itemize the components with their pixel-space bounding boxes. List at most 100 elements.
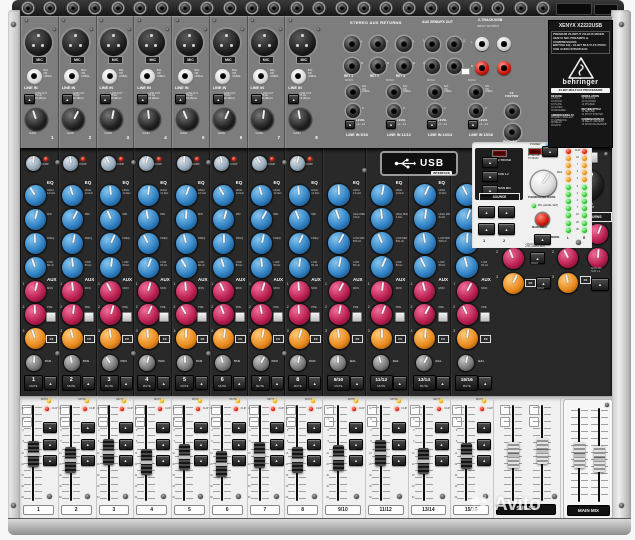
aux3-fx-knob[interactable] (414, 328, 435, 349)
pre-button[interactable] (84, 312, 94, 322)
comp-knob[interactable] (214, 156, 229, 171)
aux1-knob[interactable] (414, 281, 435, 302)
comp-knob[interactable] (290, 156, 305, 171)
aux1-knob[interactable] (457, 281, 478, 302)
pre-button[interactable] (310, 312, 320, 322)
aux2-knob[interactable] (25, 304, 46, 325)
aux3-fx-knob[interactable] (289, 328, 310, 349)
eq-knob[interactable] (328, 256, 350, 278)
source-button[interactable]: ▲ (482, 157, 498, 168)
channel-mute-button[interactable]: 7MUTE (251, 375, 270, 391)
aux2-knob[interactable] (213, 304, 234, 325)
pre-button[interactable] (159, 312, 169, 322)
pre-button[interactable] (480, 312, 490, 322)
channel-assign-button[interactable]: ▲ (350, 376, 364, 390)
gain-knob[interactable] (177, 109, 198, 130)
main-fader-cap[interactable] (574, 442, 585, 468)
sub-fader-cap[interactable] (508, 442, 519, 468)
channel-mute-button[interactable]: 1MUTE (24, 375, 43, 391)
low-cut-button[interactable]: ▲ (213, 94, 224, 104)
aux-return-knob-r[interactable] (588, 248, 608, 268)
aux1-knob[interactable] (251, 281, 272, 302)
channel-mute-button[interactable]: 2MUTE (62, 375, 81, 391)
bal-knob[interactable] (458, 355, 474, 371)
source-button[interactable]: ▲ (482, 171, 498, 182)
fader-cap[interactable] (141, 449, 152, 475)
eq-knob[interactable] (414, 256, 436, 278)
aux2-knob[interactable] (289, 304, 310, 325)
eq-knob[interactable] (62, 209, 83, 230)
eq-knob[interactable] (213, 185, 234, 206)
eq-knob[interactable] (414, 208, 436, 230)
comp-knob[interactable] (139, 156, 154, 171)
aux2-knob[interactable] (457, 304, 478, 325)
eq-knob[interactable] (371, 208, 393, 230)
aux2-knob[interactable] (251, 304, 272, 325)
low-cut-button[interactable]: ▲ (288, 94, 299, 104)
channel-assign-button[interactable]: ▲ (478, 376, 492, 390)
eq-knob[interactable] (414, 232, 436, 254)
aux2-knob[interactable] (371, 304, 392, 325)
aux3-fx-knob[interactable] (62, 328, 83, 349)
channel-assign-button[interactable]: ▲ (308, 376, 321, 390)
channel-mute-button[interactable]: 4MUTE (137, 375, 156, 391)
eq-knob[interactable] (100, 209, 121, 230)
pan-knob[interactable] (139, 355, 155, 371)
level-switch[interactable]: ▲ (386, 120, 396, 129)
gain-knob[interactable] (101, 109, 122, 130)
eq-knob[interactable] (100, 257, 121, 278)
aux1-knob[interactable] (371, 281, 392, 302)
eq-knob[interactable] (289, 257, 310, 278)
eq-knob[interactable] (251, 257, 272, 278)
pan-knob[interactable] (64, 355, 80, 371)
channel-assign-button[interactable]: ▲ (271, 376, 284, 390)
channel-assign-button[interactable]: ▲ (120, 376, 133, 390)
channel-assign-button[interactable]: ▲ (436, 376, 450, 390)
low-cut-button[interactable]: ▲ (251, 94, 262, 104)
eq-knob[interactable] (328, 232, 350, 254)
eq-knob[interactable] (176, 185, 197, 206)
fader-cap[interactable] (375, 440, 386, 466)
eq-knob[interactable] (176, 209, 197, 230)
low-cut-button[interactable]: ▲ (100, 94, 111, 104)
fader-cap[interactable] (65, 447, 76, 473)
eq-knob[interactable] (371, 256, 393, 278)
aux3-fx-knob[interactable] (329, 328, 350, 349)
fader-cap[interactable] (254, 442, 265, 468)
fader-cap[interactable] (461, 443, 472, 469)
channel-mute-button[interactable]: 3MUTE (100, 375, 119, 391)
comp-knob[interactable] (177, 156, 192, 171)
pan-knob[interactable] (290, 355, 306, 371)
aux3-fx-knob[interactable] (457, 328, 478, 349)
eq-knob[interactable] (251, 209, 272, 230)
aux3-fx-knob[interactable] (371, 328, 392, 349)
aux-send-master-knob[interactable] (503, 248, 524, 269)
gain-knob[interactable] (252, 109, 273, 130)
channel-assign-button[interactable]: ▲ (82, 376, 95, 390)
channel-mute-button[interactable]: 15/16MUTE (455, 375, 478, 391)
fader-cap[interactable] (292, 447, 303, 473)
channel-assign-button[interactable]: ▲ (44, 376, 57, 390)
aux3-fx-knob[interactable] (213, 328, 234, 349)
fader-cap[interactable] (418, 448, 429, 474)
aux3-fx-knob[interactable] (100, 328, 121, 349)
aux2-knob[interactable] (138, 304, 159, 325)
aux-return-knob-l[interactable] (558, 248, 578, 268)
eq-knob[interactable] (138, 209, 159, 230)
fader-cap[interactable] (103, 439, 114, 465)
aux1-knob[interactable] (329, 281, 350, 302)
aux1-knob[interactable] (100, 281, 121, 302)
eq-knob[interactable] (62, 185, 83, 206)
low-cut-button[interactable]: ▲ (24, 94, 35, 104)
eq-knob[interactable] (414, 184, 436, 206)
channel-mute-button[interactable]: 6MUTE (213, 375, 232, 391)
eq-knob[interactable] (213, 257, 234, 278)
aux1-knob[interactable] (138, 281, 159, 302)
aux1-knob[interactable] (62, 281, 83, 302)
pan-knob[interactable] (102, 355, 118, 371)
channel-assign-button[interactable]: ▲ (233, 376, 246, 390)
eq-knob[interactable] (213, 209, 234, 230)
pan-knob[interactable] (253, 355, 269, 371)
eq-knob[interactable] (371, 232, 393, 254)
eq-knob[interactable] (251, 185, 272, 206)
